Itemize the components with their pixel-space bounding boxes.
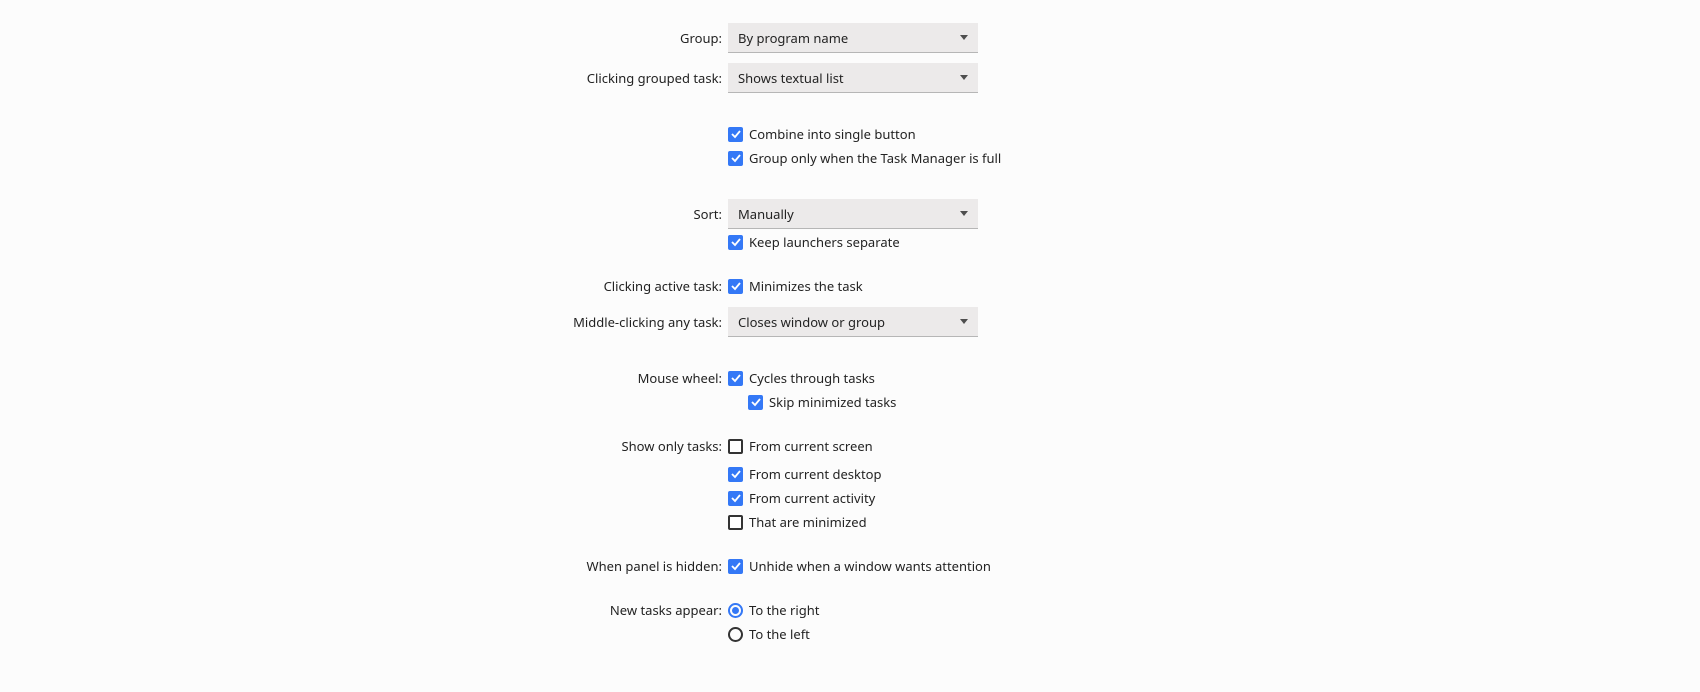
settings-form: Group: By program name Clicking grouped …	[0, 22, 1700, 646]
select-sort[interactable]: Manually	[728, 199, 978, 229]
select-sort-value: Manually	[738, 205, 794, 223]
label-mouse-wheel: Mouse wheel:	[0, 366, 728, 390]
checkbox-skip-minimized[interactable]	[748, 395, 763, 410]
label-sort: Sort:	[0, 202, 728, 226]
checkbox-combine[interactable]	[728, 127, 743, 142]
label-group: Group:	[0, 26, 728, 50]
radio-to-right-label: To the right	[749, 601, 819, 619]
checkbox-minimize-task-label: Minimizes the task	[749, 277, 863, 295]
radio-to-right[interactable]	[728, 603, 743, 618]
checkbox-from-activity[interactable]	[728, 491, 743, 506]
checkbox-unhide[interactable]	[728, 559, 743, 574]
chevron-down-icon	[960, 319, 968, 324]
chevron-down-icon	[960, 211, 968, 216]
label-show-only: Show only tasks:	[0, 434, 728, 458]
checkbox-group-full[interactable]	[728, 151, 743, 166]
select-clicking-grouped[interactable]: Shows textual list	[728, 63, 978, 93]
checkbox-skip-minimized-label: Skip minimized tasks	[769, 393, 896, 411]
checkbox-group-full-label: Group only when the Task Manager is full	[749, 149, 1001, 167]
label-new-tasks: New tasks appear:	[0, 598, 728, 622]
checkbox-from-screen-label: From current screen	[749, 437, 873, 455]
label-clicking-active: Clicking active task:	[0, 274, 728, 298]
checkbox-from-screen[interactable]	[728, 439, 743, 454]
checkbox-combine-label: Combine into single button	[749, 125, 916, 143]
checkbox-minimize-task[interactable]	[728, 279, 743, 294]
select-clicking-grouped-value: Shows textual list	[738, 69, 844, 87]
radio-to-left-label: To the left	[749, 625, 810, 643]
checkbox-unhide-label: Unhide when a window wants attention	[749, 557, 991, 575]
label-panel-hidden: When panel is hidden:	[0, 554, 728, 578]
checkbox-cycles[interactable]	[728, 371, 743, 386]
checkbox-from-desktop[interactable]	[728, 467, 743, 482]
radio-to-left[interactable]	[728, 627, 743, 642]
label-middle-click: Middle-clicking any task:	[0, 310, 728, 334]
checkbox-that-minimized[interactable]	[728, 515, 743, 530]
checkbox-keep-launchers-label: Keep launchers separate	[749, 233, 900, 251]
select-group-value: By program name	[738, 29, 848, 47]
checkbox-from-activity-label: From current activity	[749, 489, 875, 507]
chevron-down-icon	[960, 35, 968, 40]
checkbox-cycles-label: Cycles through tasks	[749, 369, 875, 387]
select-middle-click-value: Closes window or group	[738, 313, 885, 331]
select-group[interactable]: By program name	[728, 23, 978, 53]
checkbox-that-minimized-label: That are minimized	[749, 513, 867, 531]
label-clicking-grouped: Clicking grouped task:	[0, 66, 728, 90]
checkbox-from-desktop-label: From current desktop	[749, 465, 882, 483]
checkbox-keep-launchers[interactable]	[728, 235, 743, 250]
chevron-down-icon	[960, 75, 968, 80]
select-middle-click[interactable]: Closes window or group	[728, 307, 978, 337]
